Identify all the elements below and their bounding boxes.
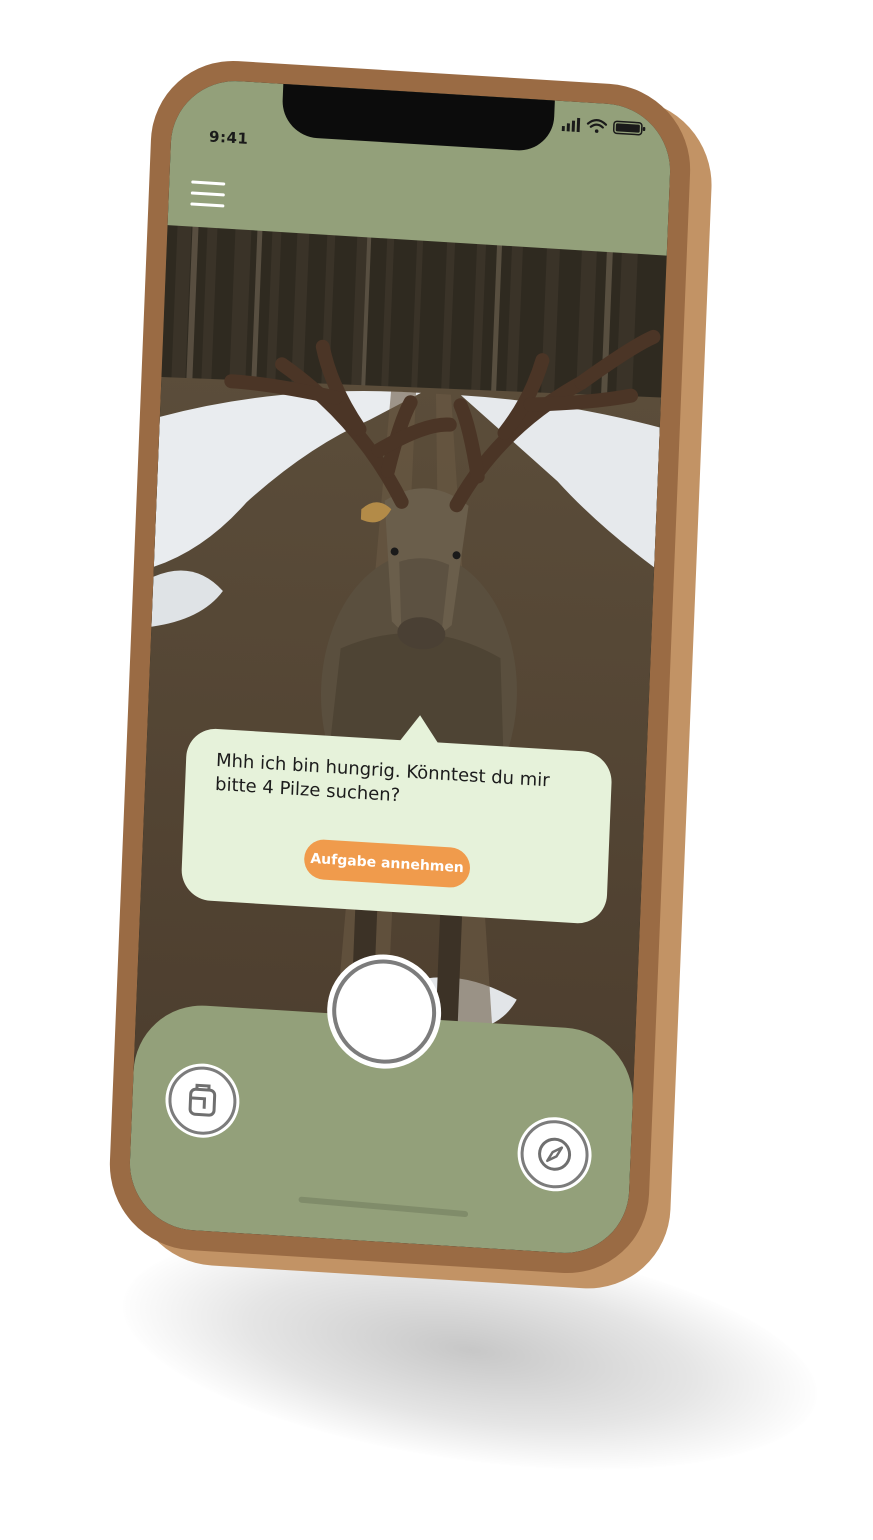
- speech-bubble-tail: [398, 714, 441, 745]
- app-screen: 9:41 Mhh ich bin hungrig. Könntest du mi…: [127, 77, 673, 1257]
- deer-speech-bubble: Mhh ich bin hungrig. Könntest du mir bit…: [180, 714, 613, 925]
- phone-mockup: 9:41 Mhh ich bin hungrig. Könntest du mi…: [106, 55, 715, 1294]
- status-icons: [561, 117, 646, 136]
- hamburger-menu-icon[interactable]: [190, 180, 227, 212]
- backpack-icon: [188, 1083, 217, 1117]
- app-header: 9:41: [167, 77, 673, 256]
- signal-icon: [561, 117, 581, 133]
- compass-icon: [538, 1137, 572, 1171]
- wifi-icon: [586, 119, 608, 133]
- phone-notch: [281, 77, 556, 153]
- dialog-message: Mhh ich bin hungrig. Könntest du mir bit…: [214, 749, 551, 807]
- accept-task-button[interactable]: Aufgabe annehmen: [303, 838, 471, 889]
- status-time: 9:41: [208, 127, 249, 148]
- phone-frame: 9:41 Mhh ich bin hungrig. Könntest du mi…: [106, 55, 694, 1279]
- battery-icon: [612, 120, 646, 136]
